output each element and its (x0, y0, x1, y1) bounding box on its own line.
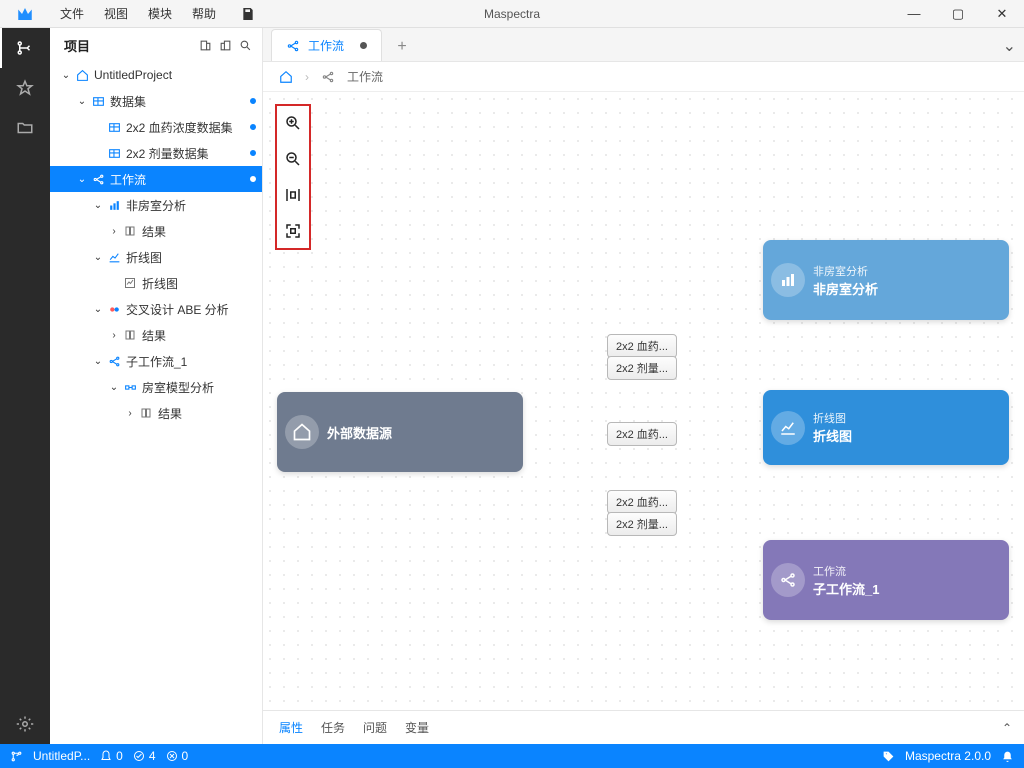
book-icon (122, 329, 138, 341)
tree-lineplot[interactable]: ⌄折线图 (50, 244, 262, 270)
book-icon (138, 407, 154, 419)
menu-help[interactable]: 帮助 (182, 5, 226, 22)
status-project[interactable]: UntitledP... (33, 749, 90, 763)
bottom-panel-tabs: 属性 任务 问题 变量 ⌃ (263, 710, 1024, 744)
zoom-tools (275, 104, 311, 250)
activity-workflow[interactable] (0, 28, 50, 68)
line-chart-icon (106, 251, 122, 264)
workflow-icon (90, 173, 106, 186)
book-icon (122, 225, 138, 237)
tree-compartment[interactable]: ⌄房室模型分析 (50, 374, 262, 400)
search-icon[interactable] (236, 36, 254, 54)
node-lineplot[interactable]: 折线图折线图 (763, 390, 1009, 465)
port-label[interactable]: 2x2 血药... (607, 334, 677, 358)
status-counter-1[interactable]: 0 (100, 749, 123, 763)
tree-compart-results[interactable]: ›结果 (50, 400, 262, 426)
breadcrumb-workflow[interactable]: 工作流 (347, 68, 383, 85)
bottom-tab-tasks[interactable]: 任务 (321, 719, 345, 736)
activity-favorites[interactable] (0, 68, 50, 108)
fit-width-button[interactable] (282, 184, 304, 206)
workflow-icon (771, 563, 805, 597)
activity-files[interactable] (0, 108, 50, 148)
window-close[interactable]: ✕ (980, 0, 1024, 28)
project-sidebar: 项目 ⌄UntitledProject ⌄数据集 2x2 血药浓度数据集 2x2… (50, 28, 263, 744)
node-source[interactable]: 外部数据源 (277, 392, 523, 472)
workflow-canvas[interactable]: 外部数据源 非房室分析非房室分析 折线图折线图 工作流子工作流_1 2x2 血药… (263, 92, 1024, 710)
port-label[interactable]: 2x2 血药... (607, 490, 677, 514)
branch-icon (10, 750, 23, 763)
chevron-up-icon[interactable]: ⌃ (1002, 721, 1012, 735)
tree-nca-results[interactable]: ›结果 (50, 218, 262, 244)
window-maximize[interactable]: ▢ (936, 0, 980, 28)
status-counter-2[interactable]: 4 (133, 749, 156, 763)
activity-bar (0, 28, 50, 744)
status-counter-3[interactable]: 0 (166, 749, 189, 763)
tree-workflow[interactable]: ⌄工作流 (50, 166, 262, 192)
status-bar: UntitledP... 0 4 0 Maspectra 2.0.0 (0, 744, 1024, 768)
main-area: 工作流 + ⌄ › 工作流 (263, 28, 1024, 744)
tab-modified-dot (360, 42, 367, 49)
table-icon (106, 121, 122, 134)
workflow-icon (286, 39, 300, 53)
bell-icon[interactable] (1001, 750, 1014, 763)
tree-dataset-2[interactable]: 2x2 剂量数据集 (50, 140, 262, 166)
app-title: Maspectra (484, 7, 540, 21)
title-bar: 文件 视图 模块 帮助 Maspectra — ▢ ✕ (0, 0, 1024, 28)
home-icon (285, 415, 319, 449)
home-icon (74, 69, 90, 82)
bottom-tab-issues[interactable]: 问题 (363, 719, 387, 736)
menu-module[interactable]: 模块 (138, 5, 182, 22)
new-tab-button[interactable]: + (388, 33, 416, 61)
tree-dataset-1[interactable]: 2x2 血药浓度数据集 (50, 114, 262, 140)
chart-icon (106, 199, 122, 212)
bottom-tab-variables[interactable]: 变量 (405, 719, 429, 736)
fit-screen-button[interactable] (282, 220, 304, 242)
pills-icon (106, 303, 122, 316)
sidebar-title: 项目 (64, 36, 90, 55)
project-tree: ⌄UntitledProject ⌄数据集 2x2 血药浓度数据集 2x2 剂量… (50, 62, 262, 744)
tab-workflow[interactable]: 工作流 (271, 29, 382, 61)
zoom-out-button[interactable] (282, 148, 304, 170)
status-version[interactable]: Maspectra 2.0.0 (905, 749, 991, 763)
menu-view[interactable]: 视图 (94, 5, 138, 22)
model-icon (122, 381, 138, 394)
bottom-tab-attributes[interactable]: 属性 (279, 719, 303, 736)
bar-chart-icon (771, 263, 805, 297)
home-icon[interactable] (279, 70, 293, 84)
port-label[interactable]: 2x2 血药... (607, 422, 677, 446)
workflow-icon (106, 355, 122, 368)
node-subworkflow[interactable]: 工作流子工作流_1 (763, 540, 1009, 620)
tab-overflow[interactable]: ⌄ (1003, 36, 1016, 56)
tree-subworkflow[interactable]: ⌄子工作流_1 (50, 348, 262, 374)
line-chart-icon (771, 411, 805, 445)
tab-bar: 工作流 + ⌄ (263, 28, 1024, 62)
tree-nca[interactable]: ⌄非房室分析 (50, 192, 262, 218)
window-minimize[interactable]: — (892, 0, 936, 28)
menu-file[interactable]: 文件 (50, 5, 94, 22)
tree-abe[interactable]: ⌄交叉设计 ABE 分析 (50, 296, 262, 322)
zoom-in-button[interactable] (282, 112, 304, 134)
breadcrumb: › 工作流 (263, 62, 1024, 92)
tree-abe-results[interactable]: ›结果 (50, 322, 262, 348)
sidebar-header: 项目 (50, 28, 262, 62)
port-label[interactable]: 2x2 剂量... (607, 356, 677, 380)
activity-settings[interactable] (0, 704, 50, 744)
expand-icon[interactable] (216, 36, 234, 54)
chevron-right-icon: › (305, 70, 309, 84)
collapse-icon[interactable] (196, 36, 214, 54)
table-icon (106, 147, 122, 160)
workflow-icon (321, 70, 335, 84)
tree-project[interactable]: ⌄UntitledProject (50, 62, 262, 88)
node-nca[interactable]: 非房室分析非房室分析 (763, 240, 1009, 320)
tree-lineplot-item[interactable]: 折线图 (50, 270, 262, 296)
plot-icon (122, 277, 138, 289)
save-button[interactable] (240, 6, 256, 22)
port-label[interactable]: 2x2 剂量... (607, 512, 677, 536)
table-icon (90, 95, 106, 108)
app-logo (0, 5, 50, 23)
tag-icon (882, 750, 895, 763)
tree-datasets[interactable]: ⌄数据集 (50, 88, 262, 114)
